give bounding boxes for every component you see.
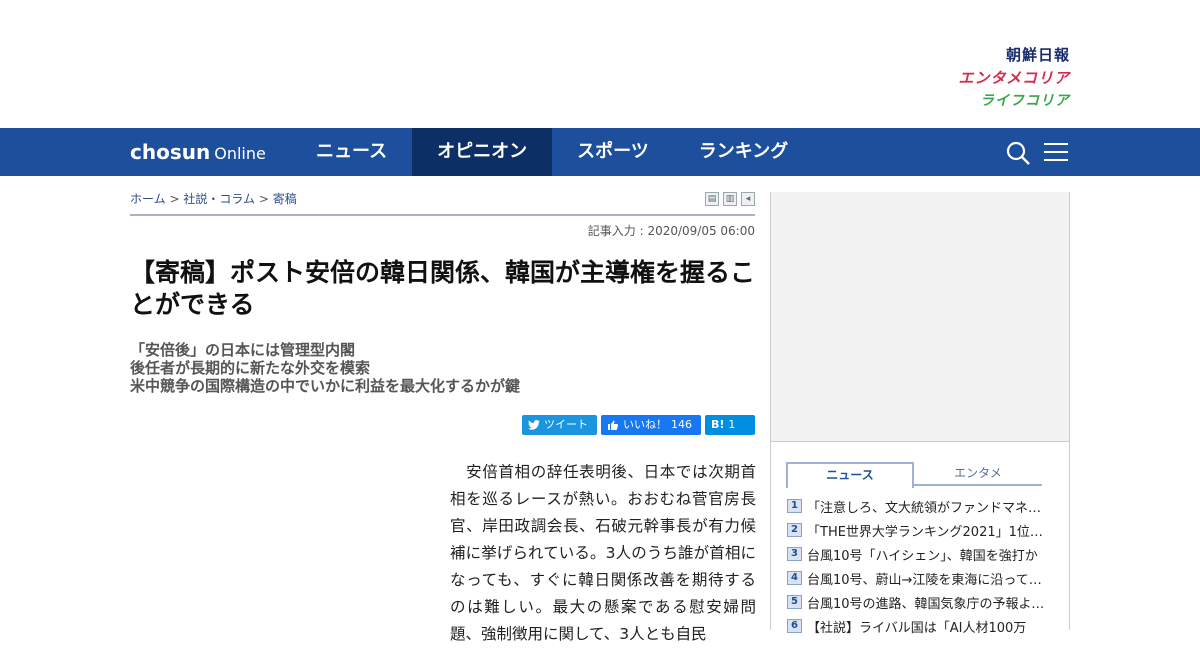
nav-item-news[interactable]: ニュース — [291, 128, 412, 176]
nav-item-sports[interactable]: スポーツ — [552, 128, 674, 176]
brand-link-entame-korea[interactable]: エンタメコリア — [930, 67, 1070, 90]
breadcrumb-row: ホーム > 社説・コラム > 寄稿 ▤ ▥ ◂ — [130, 176, 755, 216]
logo-main: chosun — [130, 140, 211, 164]
rank-title[interactable]: 台風10号「ハイシェン」、韓国を強打か — [807, 545, 1038, 564]
facebook-like-button[interactable]: いいね！ 146 — [601, 415, 701, 435]
rank-title[interactable]: 【社説】ライバル国は「AI人材100万 — [807, 617, 1026, 636]
twitter-bird-icon — [528, 420, 540, 430]
hatena-bookmark-button[interactable]: B! 1 — [705, 415, 755, 435]
sidebar: ニュース エンタメ 1 「注意しろ、文大統領がファンドマネージャー」 2 「THE世… — [770, 192, 1070, 636]
ad-slot — [771, 192, 1069, 442]
tweet-button[interactable]: ツイート — [522, 415, 597, 435]
brand-links: 朝鮮日報 エンタメコリア ライフコリア — [930, 44, 1070, 113]
ranking-item[interactable]: 4 台風10号、蔚山→江陵を東海に沿って北上 — [787, 566, 1047, 590]
tab-news[interactable]: ニュース — [786, 462, 914, 488]
breadcrumb-contribution[interactable]: 寄稿 — [273, 192, 297, 206]
breadcrumb-separator: > — [258, 192, 269, 206]
ranking-item[interactable]: 3 台風10号「ハイシェン」、韓国を強打か — [787, 542, 1047, 566]
ranking-tabs: ニュース エンタメ — [786, 462, 1042, 488]
main-nav: chosun Online ニュース オピニオン スポーツ ランキング — [0, 128, 1200, 176]
ranking-item[interactable]: 1 「注意しろ、文大統領がファンドマネージャー」 — [787, 494, 1047, 518]
breadcrumb-editorial[interactable]: 社説・コラム — [183, 192, 255, 206]
back-icon[interactable]: ◂ — [741, 192, 755, 206]
like-count: 146 — [671, 418, 692, 431]
rank-title[interactable]: 台風10号、蔚山→江陵を東海に沿って北上 — [807, 569, 1047, 588]
brand-link-chosun-ilbo[interactable]: 朝鮮日報 — [930, 44, 1070, 67]
brand-link-life-korea[interactable]: ライフコリア — [930, 90, 1070, 113]
thumbs-up-icon — [608, 420, 619, 430]
rank-number: 3 — [787, 547, 802, 561]
top-header: 朝鮮日報 エンタメコリア ライフコリア — [0, 0, 1200, 128]
share-buttons: ツイート いいね！ 146 B! 1 — [130, 415, 755, 435]
ranking-item[interactable]: 5 台風10号の進路、韓国気象庁の予報より東寄り — [787, 590, 1047, 614]
hatena-count: 1 — [728, 418, 736, 431]
rank-title[interactable]: 台風10号の進路、韓国気象庁の予報より東寄り — [807, 593, 1047, 612]
article-subtitle: 米中競争の国際構造の中でいかに利益を最大化するかが鍵 — [130, 377, 521, 395]
article-date: 記事入力 : 2020/09/05 06:00 — [587, 224, 755, 238]
article-title: 【寄稿】ポスト安倍の韓日関係、韓国が主導権を握ることができる — [130, 258, 756, 319]
rank-number: 4 — [787, 571, 802, 585]
rank-title[interactable]: 「注意しろ、文大統領がファンドマネージャー」 — [807, 497, 1047, 516]
print-icon[interactable]: ▤ — [705, 192, 719, 206]
rank-number: 1 — [787, 499, 802, 513]
like-label: いいね！ — [623, 418, 667, 431]
article: ホーム > 社説・コラム > 寄稿 ▤ ▥ ◂ 記事入力 : 2020/09/0… — [130, 176, 756, 643]
search-icon[interactable] — [1006, 141, 1030, 165]
ranking-list: 1 「注意しろ、文大統領がファンドマネージャー」 2 「THE世界大学ランキング20… — [787, 494, 1047, 638]
article-body: 安倍首相の辞任表明後、日本では次期首相を巡るレースが熱い。おおむね菅官房長官、岸… — [450, 463, 756, 643]
rank-title[interactable]: 「THE世界大学ランキング2021」1位はオックスフォード — [807, 521, 1047, 540]
ranking-item[interactable]: 6 【社説】ライバル国は「AI人材100万 — [787, 614, 1047, 638]
logo-sub: Online — [214, 144, 266, 163]
hamburger-menu-icon[interactable] — [1044, 142, 1068, 162]
article-tools: ▤ ▥ ◂ — [705, 192, 755, 206]
site-logo[interactable]: chosun Online — [130, 140, 266, 164]
nav-menu: ニュース オピニオン スポーツ ランキング — [291, 128, 813, 176]
breadcrumb-separator: > — [169, 192, 180, 206]
rank-number: 6 — [787, 619, 802, 633]
hatena-icon: B! — [711, 418, 725, 431]
nav-item-opinion[interactable]: オピニオン — [412, 128, 553, 176]
article-subtitles: 「安倍後」の日本には管理型内閣 後任者が長期的に新たな外交を模索 米中競争の国際… — [130, 341, 755, 395]
tab-entame[interactable]: エンタメ — [914, 462, 1042, 484]
breadcrumb-home[interactable]: ホーム — [130, 192, 166, 206]
tweet-label: ツイート — [544, 418, 588, 431]
nav-item-ranking[interactable]: ランキング — [674, 128, 813, 176]
text-view-icon[interactable]: ▥ — [723, 192, 737, 206]
article-subtitle: 後任者が長期的に新たな外交を模索 — [130, 359, 371, 377]
article-subtitle: 「安倍後」の日本には管理型内閣 — [130, 341, 356, 359]
rank-number: 2 — [787, 523, 802, 537]
ranking-item[interactable]: 2 「THE世界大学ランキング2021」1位はオックスフォード — [787, 518, 1047, 542]
breadcrumb: ホーム > 社説・コラム > 寄稿 — [130, 190, 297, 207]
rank-number: 5 — [787, 595, 802, 609]
